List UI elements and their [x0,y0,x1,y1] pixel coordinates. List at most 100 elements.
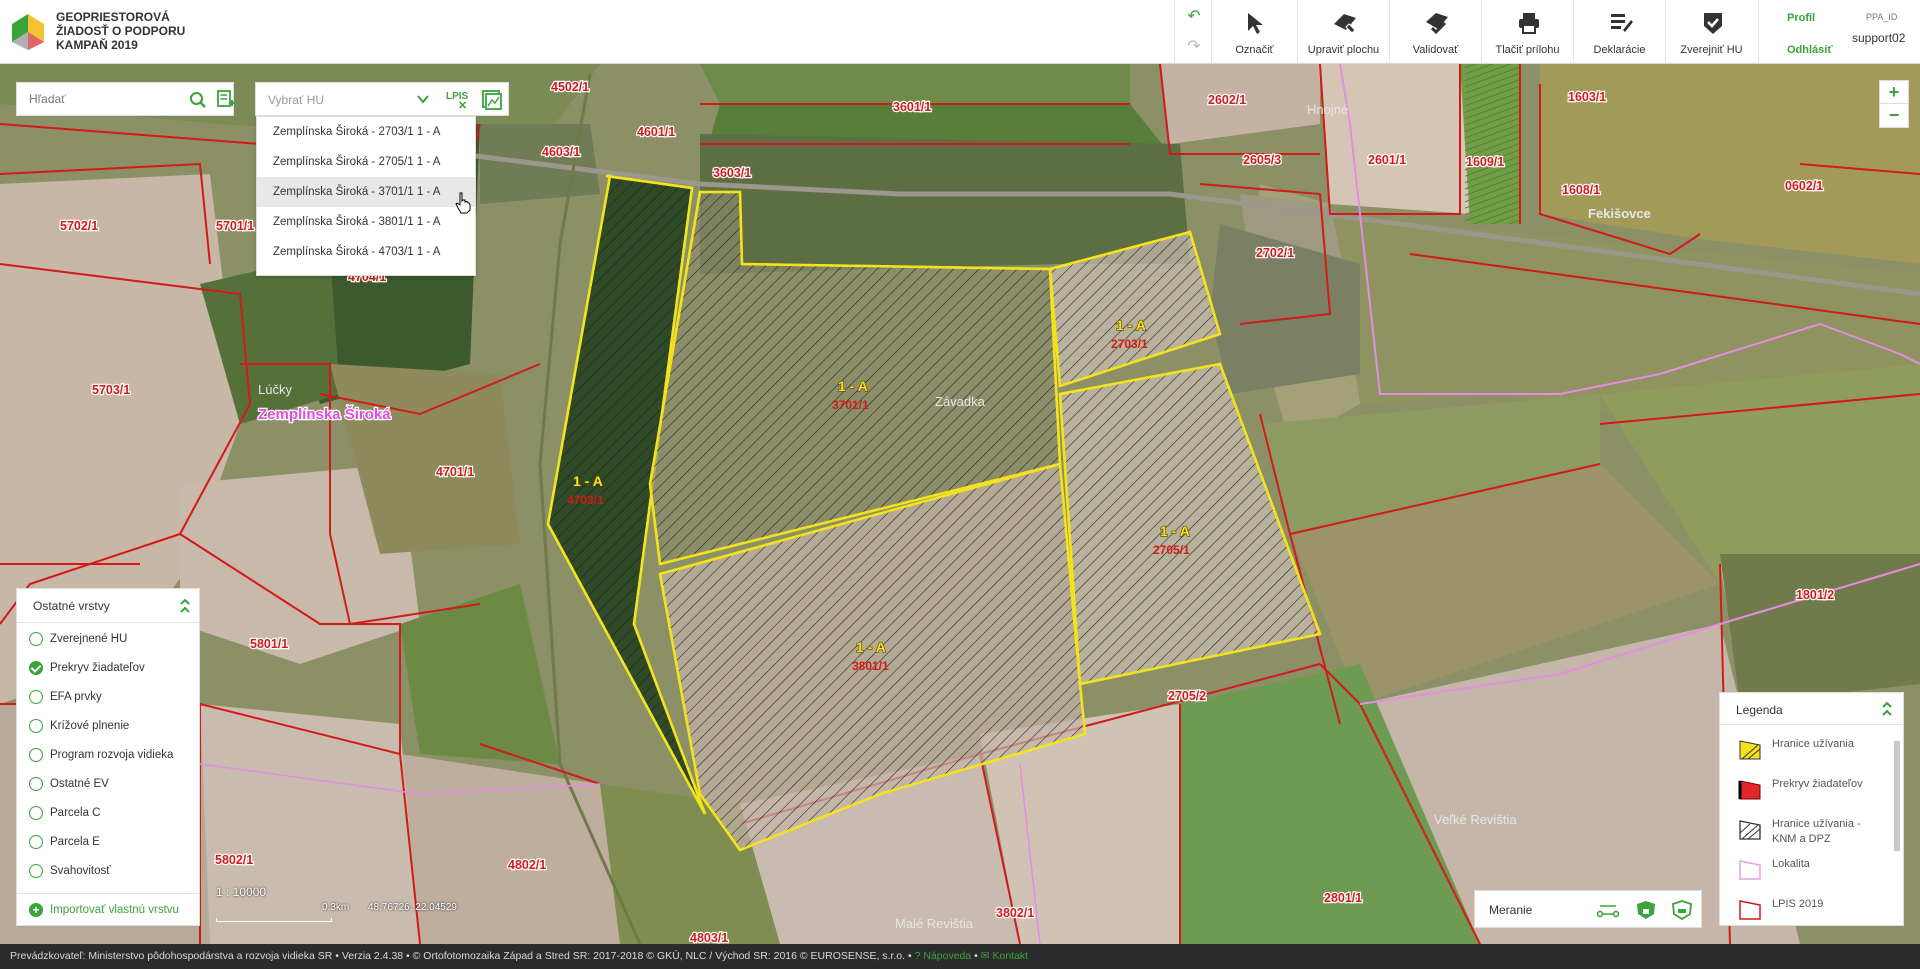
parcel-label: 2605/3 [1243,153,1281,167]
legend-item: Hranice užívania - KNM a DPZ [1720,811,1903,851]
layers-panel-header[interactable]: Ostatné vrstvy [17,589,199,623]
measure-label: Meranie [1489,903,1533,917]
orthophoto-toggle-icon[interactable] [482,90,502,110]
collapse-icon[interactable] [179,598,191,614]
tool-deklaracie-button[interactable]: Deklarácie [1573,0,1665,64]
legend-item: Lokalita [1720,851,1903,891]
search-filter-icon[interactable] [217,90,235,110]
place-label: Malé Revištia [895,916,974,931]
parcel-label: 2602/1 [1208,93,1246,107]
layers-panel: Ostatné vrstvy Zverejnené HU Prekryv žia… [16,588,200,926]
tool-zverejnit-hu-button[interactable]: Zverejniť HU [1665,0,1757,64]
parcel-label: 1609/1 [1466,155,1504,169]
legend-item: Prekryv žiadateľov [1720,771,1903,811]
footer-copyright: © Ortofotomozaika Západ a Stred SR: 2017… [412,950,906,962]
hu-code-label: 1 - A [573,473,603,489]
layer-radio[interactable] [29,719,43,733]
measure-toolbar: Meranie [1474,890,1702,928]
hu-parcel-label: 3801/1 [852,659,889,673]
parcel-label: 2601/1 [1368,153,1406,167]
tool-oznacit-button[interactable]: Označiť [1211,0,1297,64]
parcel-label: 5701/1 [216,219,254,233]
layers-panel-title: Ostatné vrstvy [33,599,110,613]
layer-item[interactable]: Zverejnené HU [17,625,199,654]
profile-link[interactable]: Profil [1787,12,1815,24]
measure-perimeter-icon[interactable] [1671,900,1693,920]
legend-header[interactable]: Legenda [1720,693,1903,725]
hu-option[interactable]: Zemplínska Široká - 4703/1 1 - A [257,237,475,267]
redo-icon[interactable]: ↷ [1185,38,1203,56]
footer: Prevádzkovateľ: Ministerstvo pôdohospodá… [0,944,1920,969]
legend-scrollbar[interactable] [1893,727,1901,923]
help-icon: ? [914,950,921,962]
parcel-label: 1608/1 [1562,183,1600,197]
legend-swatch-lpis [1739,900,1761,920]
tool-validovat-button[interactable]: Validovať [1389,0,1481,64]
scale-bar [216,918,332,922]
parcel-label: 5702/1 [60,219,98,233]
parcel-label: 4701/1 [436,465,474,479]
hu-parcel-label: 3701/1 [832,398,869,412]
undo-icon[interactable]: ↶ [1185,8,1203,26]
contact-link[interactable]: Kontakt [992,950,1028,962]
place-label: Fekišovce [1588,206,1651,221]
hu-parcel-label: 2705/1 [1153,543,1190,557]
layer-item[interactable]: Parcela E [17,828,199,857]
hu-option[interactable]: Zemplínska Široká - 3801/1 1 - A [257,207,475,237]
layer-radio[interactable] [29,690,43,704]
layer-item[interactable]: Prekryv žiadateľov [17,654,199,683]
legend-scroll-thumb[interactable] [1894,741,1900,851]
measure-distance-icon[interactable] [1597,900,1619,920]
layer-item[interactable]: Svahovitosť [17,857,199,886]
search-icon[interactable] [189,91,207,109]
layer-radio[interactable] [29,806,43,820]
zoom-in-button[interactable]: + [1880,81,1908,104]
tool-upravit-plochu-button[interactable]: Upraviť plochu [1297,0,1389,64]
parcel-label: 4601/1 [637,125,675,139]
declarations-icon [1611,14,1633,32]
legend-panel: Legenda Hranice užívania Prekryv žiadate… [1719,692,1904,926]
legend-swatch-hu [1739,740,1761,760]
profile-column: Profil Odhlásiť [1758,0,1842,64]
hu-select[interactable]: Vybrať HU LPIS ✕ [255,82,509,116]
validate-icon [1426,13,1448,35]
tool-tlacit-prilohu-button[interactable]: Tlačiť prílohu [1481,0,1573,64]
hu-option[interactable]: Zemplínska Široká - 2703/1 1 - A [257,117,475,147]
layer-item[interactable]: Parcela C [17,799,199,828]
legend-swatch-knm [1739,820,1761,840]
parcel-label: 2702/1 [1256,246,1294,260]
layer-radio[interactable] [29,777,43,791]
mail-icon: ✉ [980,950,990,962]
layer-radio-checked[interactable] [29,661,43,675]
plus-icon: + [29,903,43,917]
hu-option[interactable]: Zemplínska Široká - 2705/1 1 - A [257,147,475,177]
lpis-close-icon[interactable]: ✕ [458,99,467,112]
measure-area-icon[interactable] [1635,900,1657,920]
legend-item: LPIS 2019 [1720,891,1903,925]
layer-item[interactable]: Ostatné EV [17,770,199,799]
import-layer-button[interactable]: + Importovať vlastnú vrstvu [17,893,199,925]
app-header: GEOPRIESTOROVÁ ŽIADOSŤ O PODPORU KAMPAŇ … [0,0,1920,64]
legend-item: Hranice užívania [1720,731,1903,771]
zoom-out-button[interactable]: − [1880,104,1908,127]
layer-radio[interactable] [29,864,43,878]
hu-option-highlighted[interactable]: Zemplínska Široká - 3701/1 1 - A [257,177,475,207]
logout-link[interactable]: Odhlásiť [1787,44,1833,56]
search-input[interactable] [17,83,177,115]
zoom-control: + − [1879,80,1909,128]
layer-item[interactable]: Program rozvoja vidieka [17,741,199,770]
cursor-coordinates: 48.76726, 22.04529 [368,902,457,913]
undo-redo: ↶ ↷ [1174,0,1210,64]
legend-swatch-overlap [1738,780,1761,800]
parcel-label: 3802/1 [996,906,1034,920]
help-link[interactable]: Nápoveda [923,950,971,962]
ppa-id-label: PPA_ID [1866,12,1898,22]
collapse-icon[interactable] [1881,701,1893,717]
layer-radio[interactable] [29,748,43,762]
layer-item[interactable]: Krížové plnenie [17,712,199,741]
hu-dropdown-list: Zemplínska Široká - 2703/1 1 - A Zemplín… [256,116,476,276]
layer-radio[interactable] [29,835,43,849]
chevron-down-icon[interactable] [416,92,430,106]
layer-radio[interactable] [29,632,43,646]
layer-item[interactable]: EFA prvky [17,683,199,712]
